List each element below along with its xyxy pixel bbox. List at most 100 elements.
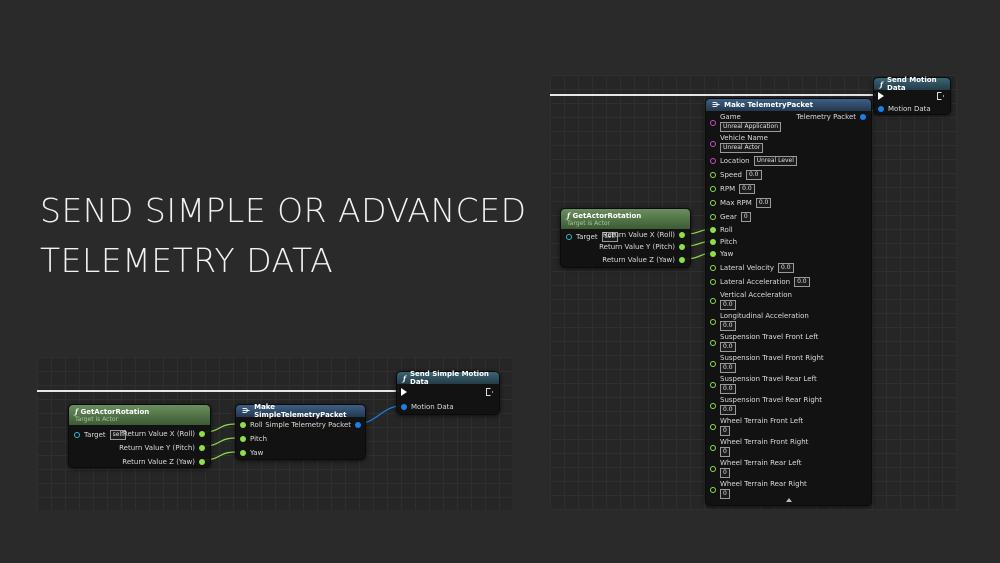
float-pin-icon[interactable] [710,279,716,285]
input-pin-game[interactable]: Game Unreal Application [710,113,781,132]
string-pin-icon[interactable] [710,119,716,126]
input-pin-yaw[interactable]: Yaw [710,250,733,258]
int-pin-icon[interactable] [710,444,716,451]
terrain-front-left-value[interactable]: 0 [720,426,730,436]
simple-blueprint-graph[interactable]: ƒ GetActorRotation Target is Actor Targe… [37,357,512,510]
float-pin-icon[interactable] [710,172,716,178]
float-pin-icon[interactable] [679,232,685,238]
struct-pin-icon[interactable] [401,404,407,410]
input-pin-suspension-rear-left[interactable]: Suspension Travel Rear Left 0.0 [710,375,817,394]
exec-out-pin[interactable] [937,92,944,100]
float-pin-icon[interactable] [710,402,716,409]
input-pin-lateral-acceleration[interactable]: Lateral Acceleration 0.0 [710,277,810,287]
float-pin-icon[interactable] [199,459,205,465]
input-pin-gear[interactable]: Gear 0 [710,212,751,222]
speed-value[interactable]: 0.0 [745,170,762,180]
send-simple-motion-data-node[interactable]: ƒ Send Simple Motion Data Motion Data [396,370,500,415]
output-pin-pitch[interactable]: Return Value Y (Pitch) [599,243,685,251]
exec-out-icon[interactable] [937,92,944,100]
float-pin-icon[interactable] [240,450,246,456]
suspension-rear-right-value[interactable]: 0.0 [720,405,736,415]
max-rpm-value[interactable]: 0.0 [755,198,772,208]
exec-in-icon[interactable] [878,92,884,100]
float-pin-icon[interactable] [679,257,685,263]
exec-in-pin[interactable] [401,388,407,396]
input-pin-pitch[interactable]: Pitch [710,238,737,246]
make-telemetry-packet-node[interactable]: ⋺ Make TelemetryPacket Telemetry Packet … [705,98,872,506]
float-pin-icon[interactable] [199,445,205,451]
input-pin-speed[interactable]: Speed 0.0 [710,170,762,180]
float-pin-icon[interactable] [710,381,716,388]
collapse-arrow-icon[interactable] [786,498,792,502]
input-pin-terrain-front-right[interactable]: Wheel Terrain Front Right 0 [710,438,808,457]
terrain-front-right-value[interactable]: 0 [720,447,730,457]
float-pin-icon[interactable] [710,227,716,233]
object-pin-icon[interactable] [74,432,80,438]
float-pin-icon[interactable] [710,200,716,206]
float-pin-icon[interactable] [710,265,716,271]
input-pin-terrain-rear-left[interactable]: Wheel Terrain Rear Left 0 [710,459,801,478]
suspension-front-right-value[interactable]: 0.0 [720,363,736,373]
input-pin-roll[interactable]: Roll [240,421,263,429]
terrain-rear-left-value[interactable]: 0 [720,468,730,478]
lateral-velocity-value[interactable]: 0.0 [778,263,794,273]
game-value[interactable]: Unreal Application [720,122,781,132]
output-pin-yaw[interactable]: Return Value Z (Yaw) [602,256,685,264]
input-pin-rpm[interactable]: RPM 0.0 [710,184,755,194]
input-pin-terrain-front-left[interactable]: Wheel Terrain Front Left 0 [710,417,803,436]
object-pin-icon[interactable] [566,234,572,240]
output-pin-pitch[interactable]: Return Value Y (Pitch) [119,444,205,452]
int-pin-icon[interactable] [710,465,716,472]
output-pin-roll[interactable]: Return Value X (Roll) [123,430,205,438]
float-pin-icon[interactable] [710,251,716,257]
input-pin-lateral-velocity[interactable]: Lateral Velocity 0.0 [710,263,794,273]
output-pin-roll[interactable]: Return Value X (Roll) [603,231,685,239]
float-pin-icon[interactable] [710,360,716,367]
lateral-acceleration-value[interactable]: 0.0 [794,277,810,287]
get-actor-rotation-node[interactable]: ƒ GetActorRotation Target is Actor Targe… [560,208,691,268]
exec-out-pin[interactable] [486,388,493,396]
struct-pin-icon[interactable] [355,422,361,428]
input-pin-suspension-rear-right[interactable]: Suspension Travel Rear Right 0.0 [710,396,822,415]
advanced-blueprint-graph[interactable]: ƒ GetActorRotation Target is Actor Targe… [550,75,957,510]
output-pin-yaw[interactable]: Return Value Z (Yaw) [122,458,205,466]
location-value[interactable]: Unreal Level [753,156,797,166]
float-pin-icon[interactable] [240,422,246,428]
float-pin-icon[interactable] [710,239,716,245]
input-pin-suspension-front-right[interactable]: Suspension Travel Front Right 0.0 [710,354,824,373]
string-pin-icon[interactable] [710,140,716,147]
input-pin-pitch[interactable]: Pitch [240,435,267,443]
input-pin-max-rpm[interactable]: Max RPM 0.0 [710,198,772,208]
target-pin[interactable]: Target self [74,430,127,440]
terrain-rear-right-value[interactable]: 0 [720,489,730,499]
input-pin-vertical-acceleration[interactable]: Vertical Acceleration 0.0 [710,291,792,310]
float-pin-icon[interactable] [240,436,246,442]
send-motion-data-node[interactable]: ƒ Send Motion Data Motion Data [873,76,951,115]
longitudinal-acceleration-value[interactable]: 0.0 [720,321,736,331]
float-pin-icon[interactable] [199,431,205,437]
int-pin-icon[interactable] [710,423,716,430]
vehicle-name-value[interactable]: Unreal Actor [720,143,764,153]
make-simple-telemetry-packet-node[interactable]: ⋺ Make SimpleTelemetryPacket Roll Pitch … [235,403,366,460]
input-pin-roll[interactable]: Roll [710,226,733,234]
input-pin-vehicle-name[interactable]: Vehicle Name Unreal Actor [710,134,768,153]
float-pin-icon[interactable] [679,244,685,250]
output-pin-telemetry-packet[interactable]: Telemetry Packet [796,113,866,121]
struct-pin-icon[interactable] [860,114,866,120]
float-pin-icon[interactable] [710,339,716,346]
float-pin-icon[interactable] [710,318,716,325]
exec-in-pin[interactable] [878,92,884,100]
input-pin-terrain-rear-right[interactable]: Wheel Terrain Rear Right 0 [710,480,807,499]
float-pin-icon[interactable] [710,297,716,304]
float-pin-icon[interactable] [710,186,716,192]
int-pin-icon[interactable] [710,486,716,493]
input-pin-longitudinal-acceleration[interactable]: Longitudinal Acceleration 0.0 [710,312,809,331]
int-pin-icon[interactable] [710,214,716,220]
string-pin-icon[interactable] [710,158,716,164]
exec-out-icon[interactable] [486,388,493,396]
input-pin-suspension-front-left[interactable]: Suspension Travel Front Left 0.0 [710,333,818,352]
gear-value[interactable]: 0 [740,212,751,222]
input-pin-motion-data[interactable]: Motion Data [401,403,454,411]
get-actor-rotation-node[interactable]: ƒ GetActorRotation Target is Actor Targe… [68,404,211,468]
exec-in-icon[interactable] [401,388,407,396]
